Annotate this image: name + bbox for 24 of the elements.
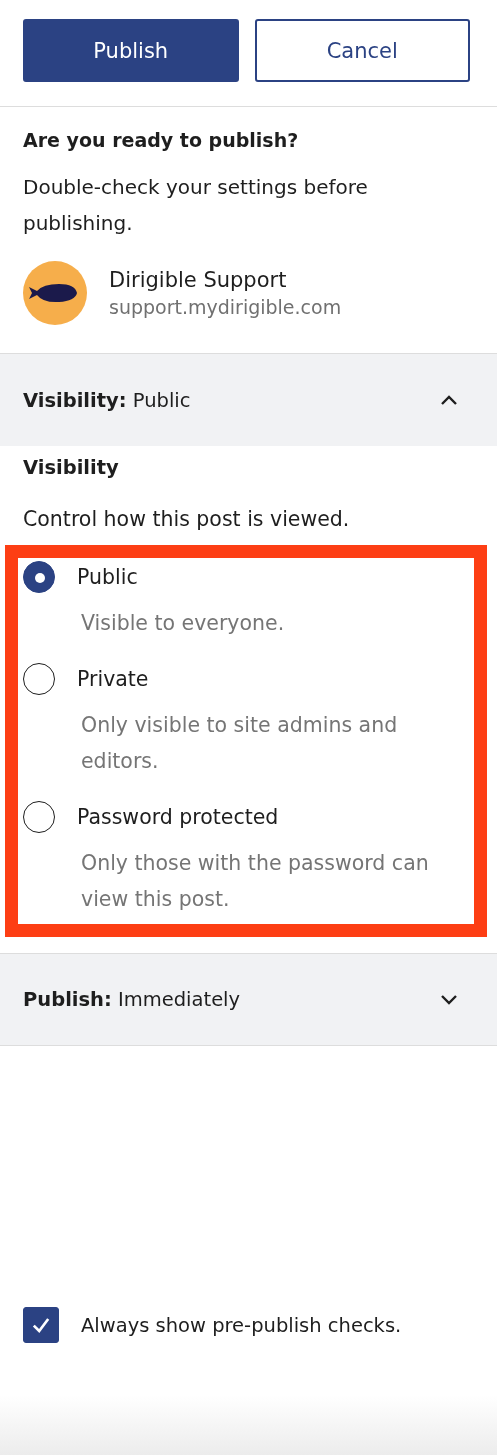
publish-panel-toggle[interactable]: Publish: Immediately	[0, 953, 497, 1046]
option-label: Password protected	[77, 805, 279, 829]
publish-button[interactable]: Publish	[23, 19, 239, 82]
option-help: Only those with the password can view this post.	[80, 850, 430, 913]
chevron-down-icon	[439, 993, 459, 1006]
option-help: Only visible to site admins and editors.	[80, 712, 399, 775]
cancel-button[interactable]: Cancel	[254, 19, 470, 82]
radio-button[interactable]	[23, 561, 55, 593]
radio-button[interactable]	[23, 801, 55, 833]
site-url: support.mydirigible.com	[109, 296, 342, 318]
option-label: Private	[77, 667, 149, 691]
description: Control how this post is viewed.	[23, 507, 351, 531]
section-title: Visibility	[23, 456, 120, 479]
chevron-up-icon	[439, 394, 459, 406]
checkbox-label: Always show pre-publish checks.	[81, 1313, 402, 1337]
option-label: Public	[77, 565, 138, 589]
option-help: Visible to everyone.	[80, 610, 286, 637]
checkbox[interactable]	[23, 1307, 59, 1343]
airship-icon	[23, 261, 87, 325]
site-name: Dirigible Support	[109, 268, 288, 292]
visibility-panel-toggle[interactable]: Visibility: Public	[0, 353, 497, 446]
heading: Are you ready to publish?	[23, 129, 300, 151]
description: Double-check your settings before publishing.	[23, 174, 369, 237]
radio-button[interactable]	[23, 663, 55, 695]
